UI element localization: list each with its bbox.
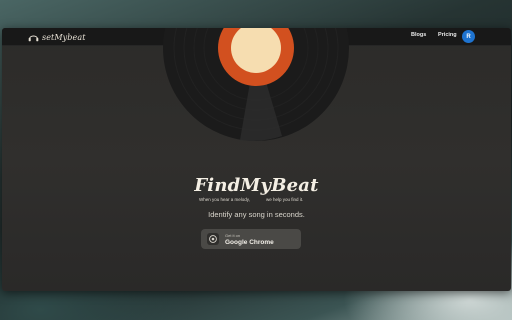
chrome-store-button[interactable]: Get it on Google Chrome xyxy=(201,229,301,249)
brand-title: FindMyBeat xyxy=(194,175,319,196)
tagline-left: When you hear a melody, xyxy=(199,197,250,202)
cta-small-text: Get it on xyxy=(225,233,241,238)
nav-link-pricing[interactable]: Pricing xyxy=(438,32,457,38)
tagline-right: we help you find it. xyxy=(266,197,304,202)
vinyl-record-graphic xyxy=(163,28,349,141)
headphones-icon xyxy=(28,35,39,41)
nav-link-blogs[interactable]: Blogs xyxy=(411,32,426,38)
chrome-icon xyxy=(207,233,219,245)
user-avatar[interactable]: R xyxy=(462,30,475,43)
browser-window: setMybeat Blogs Pricing R FindMyBeat Whe… xyxy=(2,28,511,291)
site-logo[interactable]: setMybeat xyxy=(28,31,86,43)
cta-label: Google Chrome xyxy=(225,239,274,246)
logo-text: setMybeat xyxy=(42,32,86,42)
hero-subtitle: Identify any song in seconds. xyxy=(208,210,305,219)
